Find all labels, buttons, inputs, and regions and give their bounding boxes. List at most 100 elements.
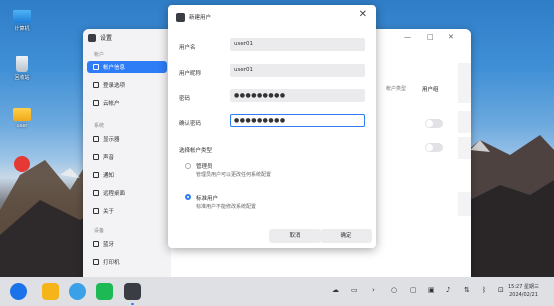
desktop-icon-app[interactable] bbox=[7, 156, 37, 174]
sidebar-item-display[interactable]: 显示器 bbox=[87, 133, 167, 145]
messenger-app-icon[interactable] bbox=[96, 283, 113, 300]
sidebar-item-notifications[interactable]: 通知 bbox=[87, 169, 167, 181]
table-row bbox=[458, 192, 471, 216]
chevron-right-icon[interactable]: › bbox=[372, 287, 375, 294]
desktop-icon-computer[interactable]: 计算机 bbox=[7, 10, 37, 32]
sidebar-item-label: 通知 bbox=[103, 173, 115, 179]
screen-icon[interactable]: ▢ bbox=[410, 287, 417, 294]
launcher-icon[interactable] bbox=[10, 283, 27, 300]
user-group-toggle[interactable] bbox=[425, 119, 443, 128]
sidebar-item-label: 云帐户 bbox=[103, 101, 120, 107]
sidebar-item-bluetooth[interactable]: 蓝牙 bbox=[87, 238, 167, 250]
desktop-icon-label: user bbox=[16, 123, 28, 129]
key-icon bbox=[93, 82, 99, 88]
cloud-icon bbox=[93, 100, 99, 106]
close-icon[interactable]: ✕ bbox=[359, 10, 367, 20]
fullname-label: 用户昵称 bbox=[179, 71, 202, 77]
bell-icon bbox=[93, 172, 99, 178]
ok-button[interactable]: 确定 bbox=[320, 229, 372, 243]
desktop-icon-label: 回收站 bbox=[14, 75, 30, 81]
search-icon[interactable]: ○ bbox=[391, 287, 397, 294]
clock-date: 2024/02/21 bbox=[509, 292, 538, 298]
table-row bbox=[458, 137, 471, 159]
sidebar-item-login-options[interactable]: 登录选项 bbox=[87, 79, 167, 91]
clock[interactable]: 15:27 星期三 2024/02/21 bbox=[508, 283, 539, 299]
settings-title: 设置 bbox=[100, 35, 113, 42]
sidebar-item-label: 帐户信息 bbox=[103, 65, 126, 71]
sidebar-item-remote-desktop[interactable]: 远程桌面 bbox=[87, 187, 167, 199]
standard-option-desc: 标准用户不能修改系统配置 bbox=[196, 204, 257, 210]
sidebar-item-label: 显示器 bbox=[103, 137, 120, 143]
sidebar-item-sound[interactable]: 声音 bbox=[87, 151, 167, 163]
computer-icon bbox=[13, 10, 31, 23]
info-icon bbox=[93, 208, 99, 214]
active-indicator bbox=[131, 303, 134, 305]
table-header-bg bbox=[458, 63, 471, 103]
volume-icon[interactable]: ♪ bbox=[446, 287, 450, 294]
remote-desktop-icon bbox=[93, 190, 99, 196]
close-icon[interactable]: ✕ bbox=[448, 33, 454, 41]
desktop-icon-trash[interactable]: 回收站 bbox=[7, 56, 37, 81]
settings-app-icon[interactable] bbox=[124, 283, 141, 300]
settings-app-icon bbox=[88, 33, 96, 42]
cloud-icon[interactable]: ☁ bbox=[332, 287, 339, 294]
sidebar-item-label: 远程桌面 bbox=[103, 191, 126, 197]
maximize-icon[interactable]: □ bbox=[427, 33, 434, 41]
cancel-button[interactable]: 取消 bbox=[269, 229, 321, 243]
password-field[interactable]: ●●●●●●●●● bbox=[230, 89, 365, 102]
settings-title-row: 设置 bbox=[88, 33, 112, 42]
taskbar: ☁ ▭ › ○ ▢ ▣ ♪ ⇅ ᛒ ⊡ 15:27 星期三 2024/02/21 bbox=[0, 277, 554, 306]
table-row bbox=[458, 111, 471, 133]
settings-app-icon bbox=[176, 13, 185, 22]
admin-option-title: 管理员 bbox=[196, 164, 213, 170]
standard-option-title: 标准用户 bbox=[196, 196, 219, 202]
clock-time: 15:27 星期三 bbox=[508, 284, 539, 290]
group-label-system: 系统 bbox=[94, 123, 105, 129]
speaker-icon bbox=[93, 154, 99, 160]
sidebar-item-printer[interactable]: 打印机 bbox=[87, 256, 167, 268]
browser-app-icon[interactable] bbox=[69, 283, 86, 300]
desktop-icon-label: 计算机 bbox=[14, 26, 30, 32]
folder-icon bbox=[13, 108, 31, 121]
confirm-password-field[interactable]: ●●●●●●●●● bbox=[230, 114, 365, 127]
group-label-account: 帐户 bbox=[94, 52, 105, 58]
admin-option-desc: 管理员用户可以更改任何系统配置 bbox=[196, 172, 272, 178]
files-app-icon[interactable] bbox=[42, 283, 59, 300]
account-type-section-label: 选择帐户类型 bbox=[179, 148, 213, 154]
table-header-user-group: 用户组 bbox=[422, 87, 439, 93]
desktop-icon-home[interactable]: user bbox=[7, 108, 37, 129]
sidebar-item-about[interactable]: 关于 bbox=[87, 205, 167, 217]
sidebar-item-label: 打印机 bbox=[103, 260, 120, 266]
network-icon[interactable]: ⇅ bbox=[464, 287, 470, 294]
user-group-toggle[interactable] bbox=[425, 143, 443, 152]
admin-radio[interactable] bbox=[185, 163, 191, 169]
sidebar-item-label: 登录选项 bbox=[103, 83, 126, 89]
group-label-devices: 设备 bbox=[94, 228, 105, 234]
fullname-field[interactable]: user01 bbox=[230, 64, 365, 77]
sidebar-item-label: 声音 bbox=[103, 155, 115, 161]
user-icon bbox=[93, 64, 99, 70]
username-label: 用户名 bbox=[179, 45, 196, 51]
sidebar-item-label: 蓝牙 bbox=[103, 242, 115, 248]
printer-icon bbox=[93, 259, 99, 265]
password-label: 密码 bbox=[179, 96, 191, 102]
display-icon[interactable]: ▣ bbox=[428, 287, 435, 294]
settings-sidebar: 设置 帐户 帐户信息 登录选项 云帐户 系统 显示器 声音 通知 远程桌面 关于… bbox=[83, 29, 171, 277]
table-header-account-type: 帐户类型 bbox=[386, 86, 407, 92]
confirm-password-label: 确认密码 bbox=[179, 121, 202, 127]
new-user-dialog: 新建用户 ✕ 用户名 user01 用户昵称 user01 密码 ●●●●●●●… bbox=[168, 5, 376, 248]
window-icon[interactable]: ▭ bbox=[351, 287, 358, 294]
minimize-icon[interactable]: — bbox=[404, 33, 411, 41]
sidebar-item-cloud-account[interactable]: 云帐户 bbox=[87, 97, 167, 109]
sidebar-item-label: 关于 bbox=[103, 209, 115, 215]
sidebar-item-account-info[interactable]: 帐户信息 bbox=[87, 61, 167, 73]
standard-user-radio[interactable] bbox=[185, 194, 191, 200]
bluetooth-icon bbox=[93, 241, 99, 247]
trash-icon bbox=[16, 56, 28, 72]
dialog-title: 新建用户 bbox=[189, 15, 212, 21]
username-field[interactable]: user01 bbox=[230, 38, 365, 51]
bluetooth-icon[interactable]: ᛒ bbox=[482, 287, 486, 294]
monitor-icon bbox=[93, 136, 99, 142]
app-icon bbox=[14, 156, 30, 172]
notification-icon[interactable]: ⊡ bbox=[498, 287, 504, 294]
